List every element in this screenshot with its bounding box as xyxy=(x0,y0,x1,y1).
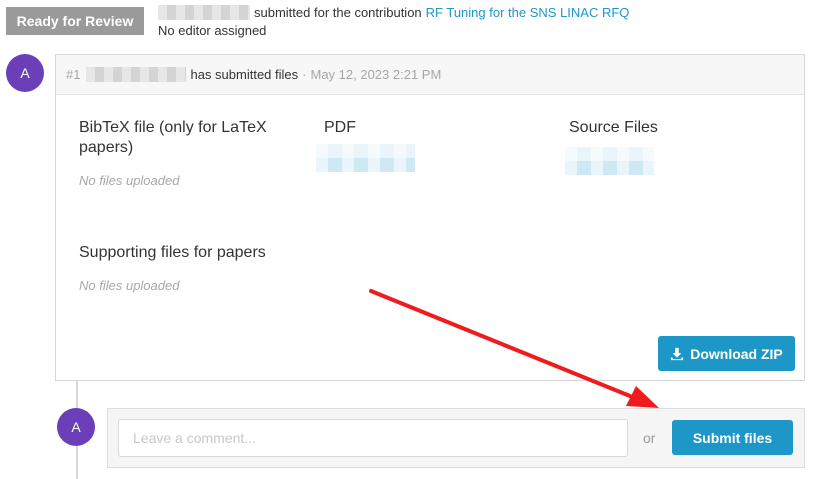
file-type-bibtex-title: BibTeX file (only for LaTeX papers) xyxy=(79,119,267,156)
redacted-submitter-name xyxy=(158,5,250,20)
comment-input[interactable] xyxy=(118,419,628,457)
avatar: A xyxy=(6,54,44,92)
download-icon xyxy=(671,347,684,360)
status-badge: Ready for Review xyxy=(6,7,144,35)
redacted-submitter-name xyxy=(86,67,187,82)
or-separator: or xyxy=(643,430,656,446)
source-file-link[interactable] xyxy=(565,147,654,175)
download-zip-label: Download ZIP xyxy=(690,345,783,362)
comment-box: or Submit files xyxy=(107,408,805,468)
submit-files-button[interactable]: Submit files xyxy=(672,420,793,455)
revision-date: May 12, 2023 2:21 PM xyxy=(310,67,442,82)
submission-summary: submitted for the contribution RF Tuning… xyxy=(158,4,629,39)
editor-status: No editor assigned xyxy=(158,23,267,38)
file-type-supporting-title: Supporting files for papers xyxy=(79,244,266,261)
file-type-supporting-empty: No files uploaded xyxy=(79,278,180,293)
revision-card: #1 has submitted files · May 12, 2023 2:… xyxy=(55,54,805,381)
revision-header: #1 has submitted files · May 12, 2023 2:… xyxy=(56,55,804,95)
file-type-source-title: Source Files xyxy=(569,119,658,136)
file-type-pdf-title: PDF xyxy=(324,119,356,136)
submitted-text: submitted for the contribution xyxy=(254,5,422,20)
revision-number: #1 xyxy=(66,67,81,82)
separator: · xyxy=(302,67,307,82)
pdf-file-link[interactable] xyxy=(316,144,415,172)
file-type-bibtex-empty: No files uploaded xyxy=(79,173,180,188)
contribution-link[interactable]: RF Tuning for the SNS LINAC RFQ xyxy=(426,4,630,21)
download-zip-button[interactable]: Download ZIP xyxy=(658,336,795,371)
revision-action: has submitted files xyxy=(190,67,299,82)
avatar: A xyxy=(57,408,95,446)
